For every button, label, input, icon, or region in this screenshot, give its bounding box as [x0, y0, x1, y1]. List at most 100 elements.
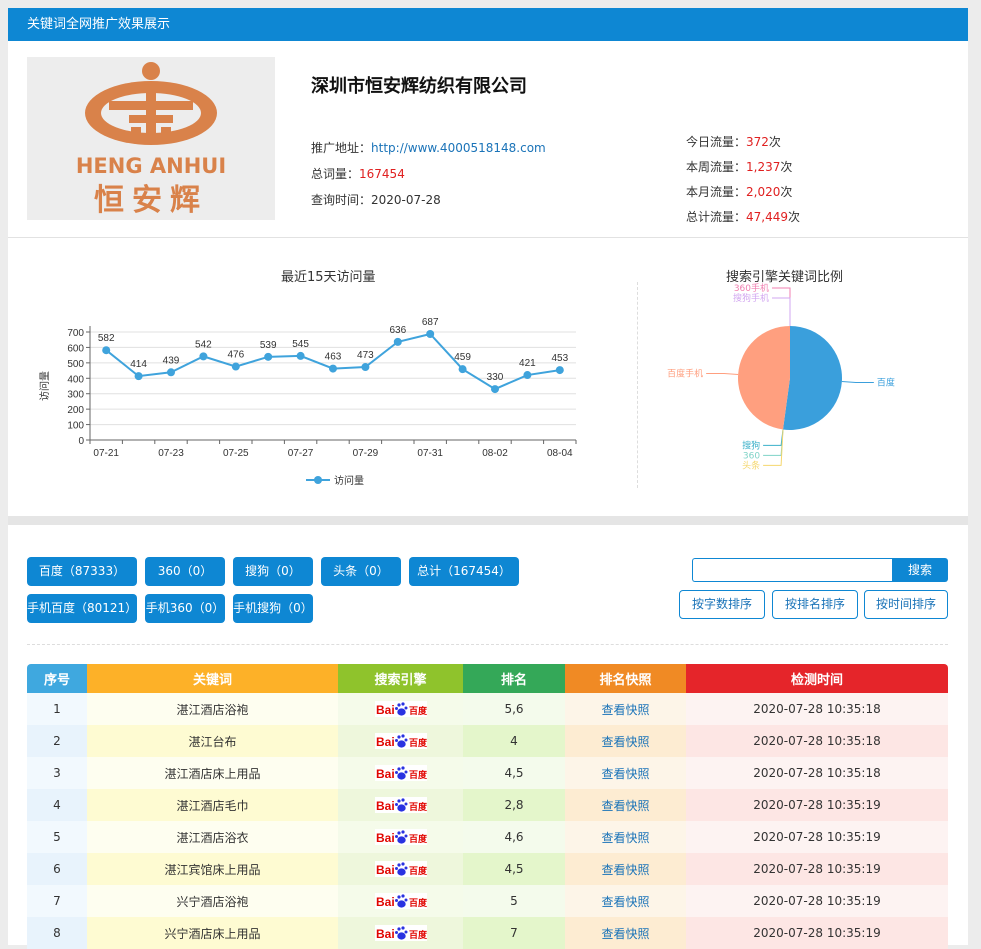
baidu-logo-icon: Bai 百度 [374, 829, 427, 845]
traffic-label: 本周流量： [686, 160, 747, 174]
page-title: 关键词全网推广效果展示 [27, 17, 171, 32]
row-no: 3 [27, 757, 87, 789]
query-time-value: 2020-07-28 [371, 193, 441, 207]
filter-mobile-sogou-button[interactable]: 手机搜狗（0） [233, 594, 313, 623]
svg-text:百度: 百度 [409, 865, 427, 877]
filter-mobile-baidu-button[interactable]: 手机百度（80121） [27, 594, 137, 623]
y-tick-label: 0 [78, 436, 84, 447]
header-rank[interactable]: 排名 [463, 664, 565, 693]
filter-mobile-360-button[interactable]: 手机360（0） [145, 594, 225, 623]
pie-slice [738, 326, 790, 430]
sort-by-length-button[interactable]: 按字数排序 [679, 590, 765, 619]
view-snapshot-link[interactable]: 查看快照 [601, 799, 649, 813]
table-row: 7 兴宁酒店浴袍 Bai 百度 5 查看快照 2020-07-28 10:35:19 [27, 885, 948, 917]
x-tick-label: 07-27 [288, 448, 314, 459]
baidu-logo-icon: Bai 百度 [374, 925, 427, 941]
y-tick-label: 700 [67, 328, 84, 339]
traffic-total: 总计流量：47,449次 [686, 208, 800, 225]
svg-text:Bai: Bai [376, 863, 395, 877]
row-engine: Bai 百度 [338, 821, 463, 853]
filter-baidu-button[interactable]: 百度（87333） [27, 557, 137, 586]
page-wrapper: 关键词全网推广效果展示 HENG ANHUI 恒安辉 深圳市恒安辉纺织有限公司 … [8, 8, 968, 949]
pie-label: 头条 [742, 459, 760, 471]
data-point [102, 346, 111, 355]
view-snapshot-link[interactable]: 查看快照 [601, 767, 649, 781]
row-rank: 4,6 [463, 821, 565, 853]
y-axis-label: 访问量 [38, 371, 51, 401]
view-snapshot-link[interactable]: 查看快照 [601, 831, 649, 845]
total-words-label: 总词量： [311, 167, 360, 181]
dashed-divider [27, 644, 948, 645]
row-time: 2020-07-28 10:35:19 [686, 821, 948, 853]
data-label: 539 [260, 340, 277, 351]
header-engine[interactable]: 搜索引擎 [338, 664, 463, 693]
filter-sogou-button[interactable]: 搜狗（0） [233, 557, 313, 586]
pie-label: 搜狗手机 [733, 292, 769, 304]
row-no: 8 [27, 917, 87, 949]
pie-label-line [763, 429, 784, 466]
row-engine: Bai 百度 [338, 885, 463, 917]
traffic-value: 372 [746, 135, 769, 149]
row-keyword: 湛江宾馆床上用品 [87, 853, 338, 885]
view-snapshot-link[interactable]: 查看快照 [601, 927, 649, 941]
traffic-month: 本月流量：2,020次 [686, 183, 792, 200]
view-snapshot-link[interactable]: 查看快照 [601, 735, 649, 749]
filter-total-button[interactable]: 总计（167454） [409, 557, 519, 586]
data-point [458, 365, 467, 374]
svg-text:百度: 百度 [409, 705, 427, 717]
data-label: 582 [98, 333, 115, 344]
search-button[interactable]: 搜索 [892, 558, 948, 582]
svg-text:百度: 百度 [409, 801, 427, 813]
view-snapshot-link[interactable]: 查看快照 [601, 863, 649, 877]
sort-by-time-button[interactable]: 按时间排序 [864, 590, 948, 619]
row-keyword: 兴宁酒店床上用品 [87, 917, 338, 949]
traffic-unit: 次 [788, 210, 801, 224]
data-point [296, 351, 305, 360]
data-point [231, 362, 240, 371]
row-rank: 4,5 [463, 853, 565, 885]
total-words-value: 167454 [359, 167, 405, 181]
keyword-panel: 百度（87333） 360（0） 搜狗（0） 头条（0） 总计（167454） … [8, 525, 968, 949]
svg-text:Bai: Bai [376, 895, 395, 909]
row-no: 6 [27, 853, 87, 885]
svg-text:Bai: Bai [376, 735, 395, 749]
header-time[interactable]: 检测时间 [686, 664, 948, 693]
row-snapshot: 查看快照 [565, 917, 686, 949]
page-header: 关键词全网推广效果展示 [8, 8, 968, 41]
data-label: 687 [422, 317, 439, 328]
view-snapshot-link[interactable]: 查看快照 [601, 703, 649, 717]
traffic-value: 2,020 [746, 185, 781, 199]
row-snapshot: 查看快照 [565, 821, 686, 853]
baidu-logo-icon: Bai 百度 [374, 701, 427, 717]
data-label: 453 [551, 353, 568, 364]
search-input[interactable] [692, 558, 892, 582]
total-words-row: 总词量：167454 [311, 165, 405, 182]
data-point [555, 366, 564, 375]
data-point [199, 352, 208, 361]
svg-text:百度: 百度 [409, 769, 427, 781]
svg-text:Bai: Bai [376, 927, 395, 941]
row-rank: 2,8 [463, 789, 565, 821]
data-point [264, 352, 273, 361]
row-snapshot: 查看快照 [565, 853, 686, 885]
header-no[interactable]: 序号 [27, 664, 87, 693]
traffic-label: 总计流量： [686, 210, 747, 224]
filter-360-button[interactable]: 360（0） [145, 557, 225, 586]
pie-slice [782, 326, 842, 430]
y-tick-label: 500 [67, 359, 84, 370]
header-snapshot[interactable]: 排名快照 [565, 664, 686, 693]
row-no: 1 [27, 693, 87, 725]
row-snapshot: 查看快照 [565, 693, 686, 725]
header-keyword[interactable]: 关键词 [87, 664, 338, 693]
filter-toutiao-button[interactable]: 头条（0） [321, 557, 401, 586]
baidu-logo-icon: Bai 百度 [374, 765, 427, 781]
row-keyword: 兴宁酒店浴袍 [87, 885, 338, 917]
promo-url-link[interactable]: http://www.4000518148.com [371, 141, 546, 155]
view-snapshot-link[interactable]: 查看快照 [601, 895, 649, 909]
data-label: 459 [454, 352, 471, 363]
legend-marker [314, 476, 322, 484]
sort-by-rank-button[interactable]: 按排名排序 [772, 590, 858, 619]
row-no: 4 [27, 789, 87, 821]
y-tick-label: 600 [67, 343, 84, 354]
pie-chart: 百度 360搜狗头条 百度手机 360手机搜狗手机 [667, 282, 895, 471]
